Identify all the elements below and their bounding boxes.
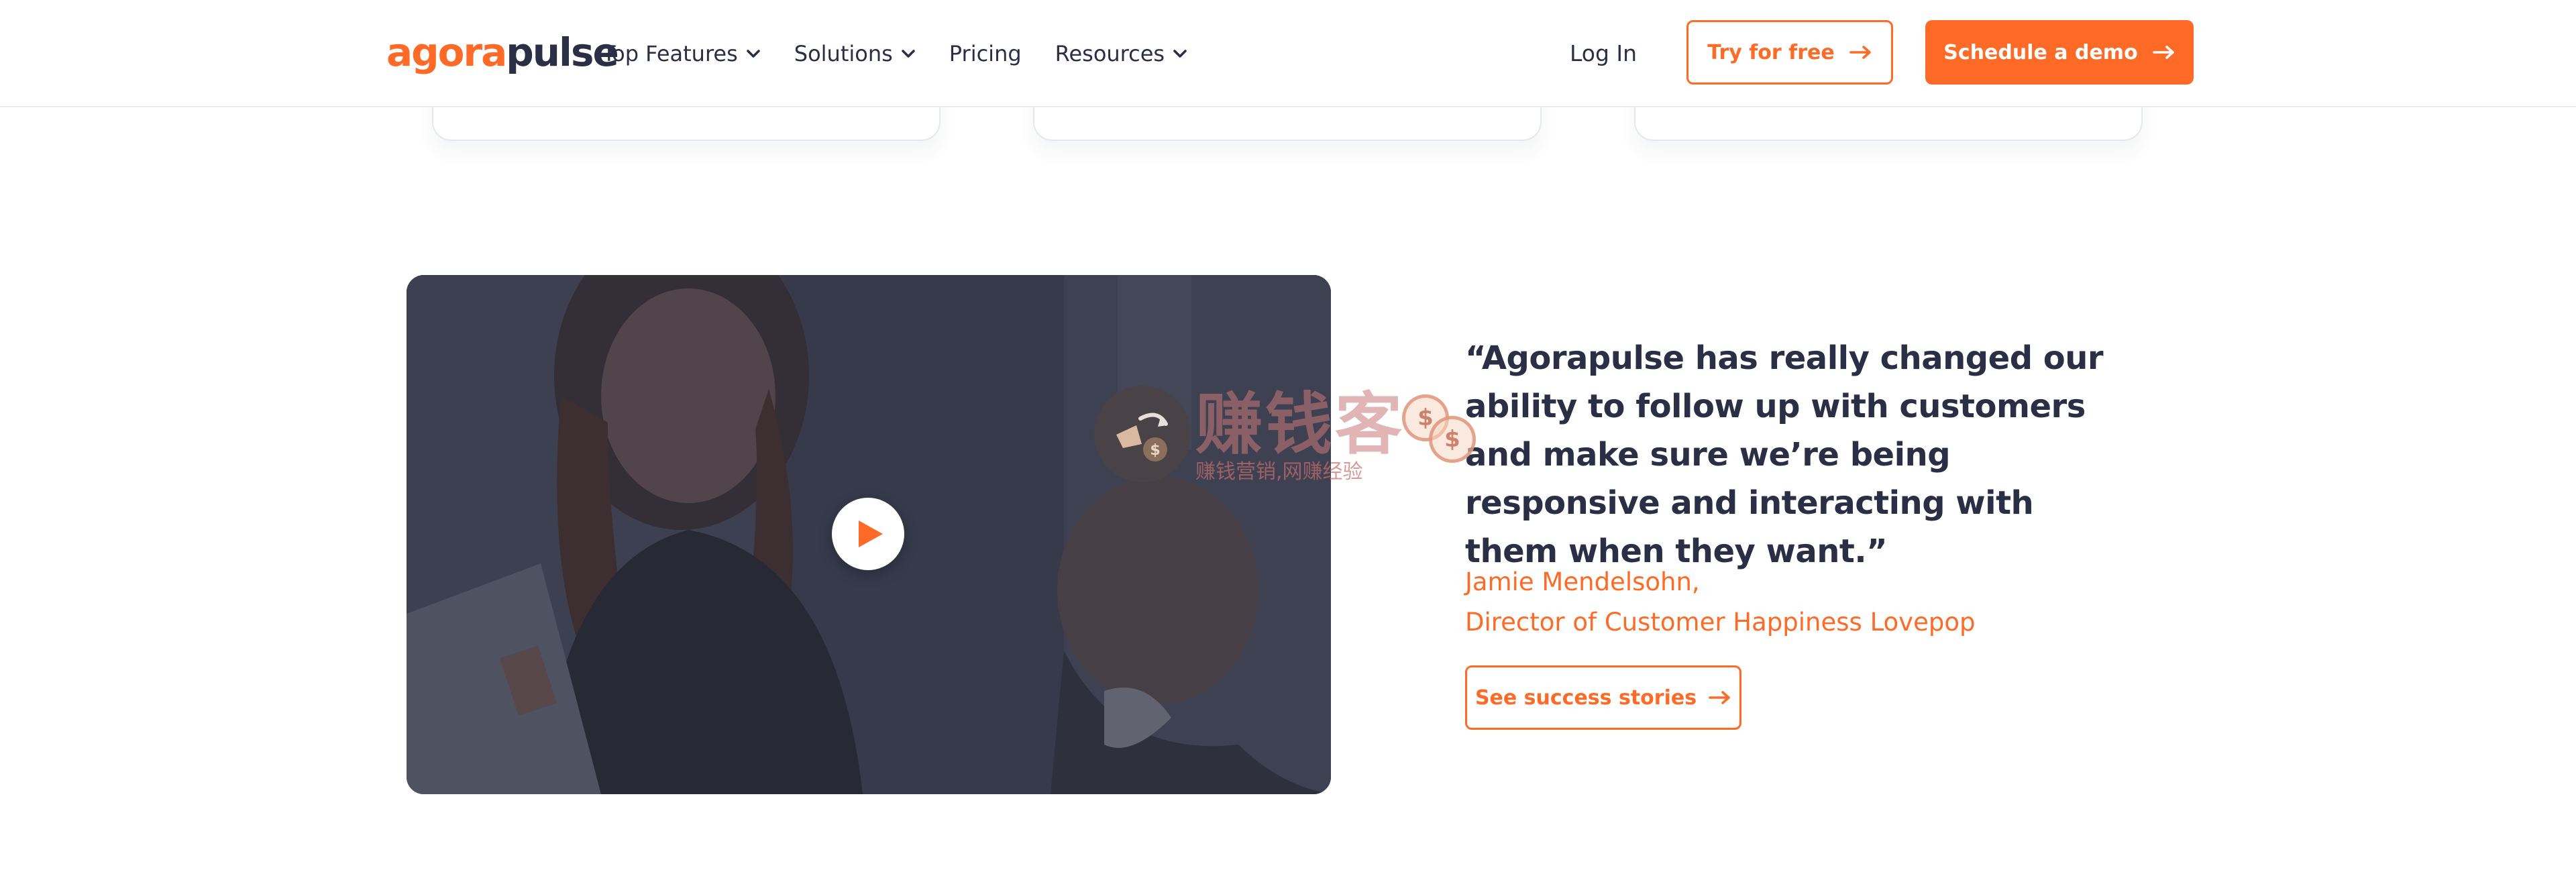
watermark: $ 赚钱客 赚钱营销,网赚经验 $ $: [1093, 385, 1483, 492]
author-title: Director of Customer Happiness Lovepop: [1465, 608, 1976, 637]
nav-item-pricing[interactable]: Pricing: [949, 35, 1022, 72]
arrow-right-icon: [1849, 45, 1872, 60]
site-header: agorapulse Top Features Solutions Pricin…: [0, 0, 2576, 107]
testimonial-quote: “Agorapulse has really changed our abili…: [1465, 339, 2104, 570]
see-success-stories-button[interactable]: See success stories: [1465, 665, 1741, 730]
chevron-down-icon: [1170, 44, 1190, 64]
nav-item-label: Top Features: [602, 41, 738, 66]
agorapulse-logo[interactable]: agorapulse: [386, 30, 619, 75]
chevron-down-icon: [743, 44, 763, 64]
see-success-stories-label: See success stories: [1474, 686, 1697, 710]
testimonial-video[interactable]: [407, 275, 1331, 794]
coin-symbol: $: [1444, 426, 1460, 453]
play-button[interactable]: [832, 498, 904, 570]
schedule-demo-label: Schedule a demo: [1943, 40, 2138, 64]
watermark-coin-symbol: $: [1150, 442, 1160, 459]
nav-item-solutions[interactable]: Solutions: [794, 35, 918, 72]
chevron-down-icon: [898, 44, 918, 64]
logo-part-pulse: pulse: [506, 30, 619, 75]
schedule-demo-button[interactable]: Schedule a demo: [1925, 20, 2194, 85]
nav-item-resources[interactable]: Resources: [1055, 35, 1190, 72]
logo-part-agora: agora: [386, 30, 507, 75]
nav-item-label: Pricing: [949, 41, 1022, 66]
login-link[interactable]: Log In: [1570, 35, 1637, 72]
try-for-free-button[interactable]: Try for free: [1686, 20, 1893, 85]
author-name: Jamie Mendelsohn,: [1465, 567, 1700, 596]
nav-item-top-features[interactable]: Top Features: [602, 35, 763, 72]
coin-symbol: $: [1417, 404, 1434, 431]
watermark-title: 赚钱客: [1195, 385, 1405, 464]
testimonial-author: Jamie Mendelsohn, Director of Customer H…: [1465, 562, 1975, 643]
arrow-right-icon: [2152, 45, 2176, 60]
arrow-right-icon: [1709, 690, 1731, 705]
try-for-free-label: Try for free: [1707, 40, 1835, 64]
play-icon: [859, 521, 883, 547]
watermark-badge-icon: $: [1093, 385, 1191, 483]
main-nav: Top Features Solutions Pricing Resources: [602, 35, 1221, 72]
nav-item-label: Solutions: [794, 41, 893, 66]
nav-item-label: Resources: [1055, 41, 1165, 66]
coin-icon: $: [1429, 416, 1476, 463]
watermark-subtitle: 赚钱营销,网赚经验: [1195, 460, 1363, 484]
